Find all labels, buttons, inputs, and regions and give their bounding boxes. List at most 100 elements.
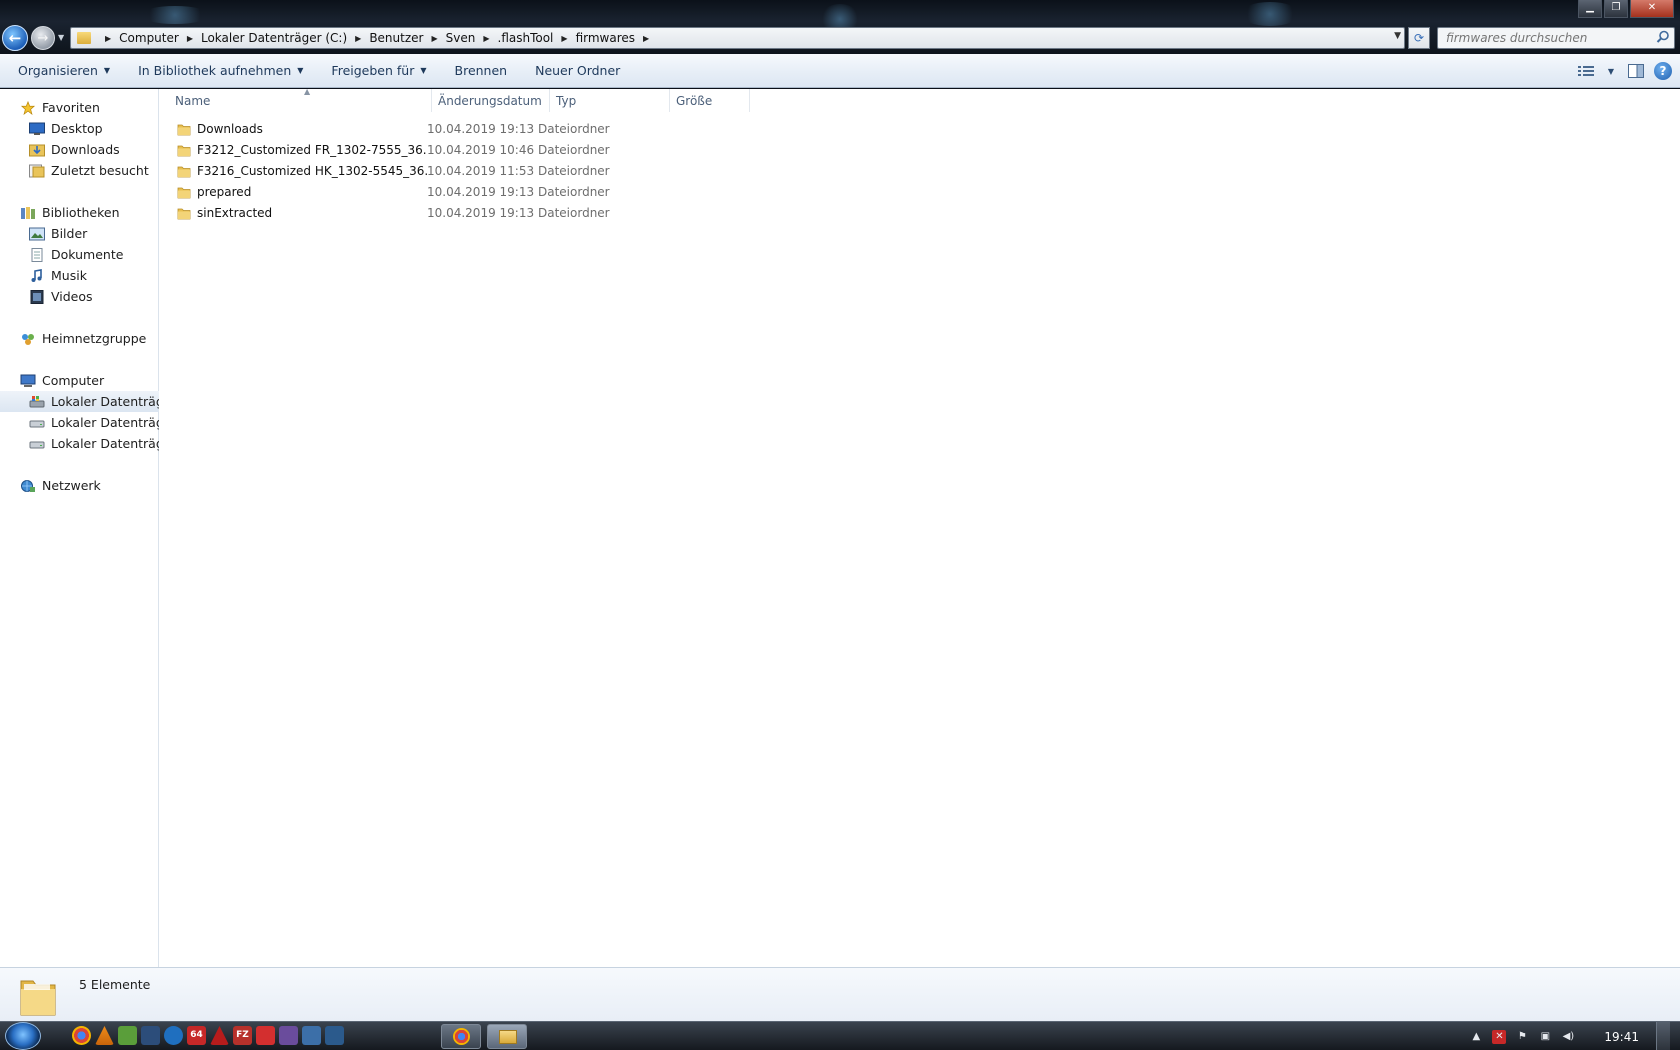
breadcrumb-item[interactable]: Sven	[446, 31, 476, 45]
refresh-button[interactable]: ⟳	[1408, 27, 1430, 49]
search-icon[interactable]	[1656, 30, 1670, 44]
desktop-icon	[29, 122, 45, 135]
nav-favorites[interactable]: Favoriten	[0, 97, 159, 118]
address-dropdown-button[interactable]: ▼	[1394, 31, 1401, 41]
column-header-label: Größe	[676, 93, 713, 108]
column-header-date[interactable]: Änderungsdatum	[432, 89, 550, 112]
file-row[interactable]: sinExtracted 10.04.2019 19:13 Dateiordne…	[169, 203, 769, 223]
column-header-label: Änderungsdatum	[438, 93, 542, 108]
app-64-icon[interactable]: 64	[187, 1026, 206, 1045]
chevron-right-icon[interactable]: ▶	[355, 34, 361, 43]
chevron-right-icon[interactable]: ▶	[431, 34, 437, 43]
nav-item-label: Musik	[51, 268, 87, 283]
column-header-type[interactable]: Typ	[550, 89, 670, 112]
monitor-icon[interactable]	[325, 1026, 344, 1045]
file-name: prepared	[197, 185, 252, 199]
nav-item-drive[interactable]: Lokaler Datenträger	[0, 412, 177, 433]
maximize-button[interactable]: ❐	[1604, 0, 1628, 18]
address-bar[interactable]: ▶ Computer ▶ Lokaler Datenträger (C:) ▶ …	[70, 27, 1405, 49]
view-dropdown-button[interactable]: ▼	[1604, 60, 1618, 82]
breadcrumb-item[interactable]: Benutzer	[369, 31, 423, 45]
column-header-size[interactable]: Größe	[670, 89, 750, 112]
nav-item-drive-c[interactable]: Lokaler Datenträger	[0, 391, 177, 412]
new-folder-button[interactable]: Neuer Ordner	[521, 58, 634, 84]
file-row[interactable]: F3216_Customized HK_1302-5545_36.1.A....…	[169, 161, 769, 181]
wallpaper-glow	[140, 6, 210, 24]
burn-button[interactable]: Brennen	[441, 58, 522, 84]
nav-homegroup[interactable]: Heimnetzgruppe	[0, 328, 159, 349]
show-hidden-icons-button[interactable]: ▲	[1469, 1030, 1483, 1044]
nav-item-label: Bilder	[51, 226, 88, 241]
file-name: Downloads	[197, 122, 263, 136]
share-with-menu[interactable]: Freigeben für ▼	[317, 58, 440, 84]
file-name-cell: prepared	[177, 185, 427, 199]
nav-item-recent[interactable]: Zuletzt besucht	[0, 160, 159, 181]
wallpaper-glow	[1240, 2, 1300, 26]
taskbar-explorer[interactable]	[487, 1024, 527, 1049]
chevron-right-icon[interactable]: ▶	[187, 34, 193, 43]
column-header-name[interactable]: Name ▲	[169, 87, 432, 112]
include-library-menu[interactable]: In Bibliothek aufnehmen ▼	[124, 58, 317, 84]
action-center-icon[interactable]: ⚑	[1515, 1030, 1529, 1044]
chevron-right-icon[interactable]: ▶	[483, 34, 489, 43]
file-row[interactable]: prepared 10.04.2019 19:13 Dateiordner	[169, 182, 769, 202]
back-button[interactable]: ←	[2, 25, 28, 51]
search-input[interactable]	[1438, 28, 1643, 48]
help-button[interactable]: ?	[1654, 62, 1672, 80]
nav-computer-label: Computer	[42, 373, 105, 388]
show-desktop-button[interactable]	[1656, 1022, 1670, 1050]
network-icon	[21, 479, 35, 492]
nav-libraries[interactable]: Bibliotheken	[0, 202, 159, 223]
chrome-icon[interactable]	[72, 1026, 91, 1045]
chevron-right-icon[interactable]: ▶	[643, 34, 649, 43]
app-icon[interactable]	[118, 1026, 137, 1045]
nav-item-pictures[interactable]: Bilder	[0, 223, 159, 244]
volume-icon[interactable]: ◀)	[1561, 1030, 1575, 1044]
preview-pane-button[interactable]	[1624, 60, 1648, 82]
nav-item-desktop[interactable]: Desktop	[0, 118, 159, 139]
file-type: Dateiordner	[538, 122, 610, 136]
nav-network[interactable]: Netzwerk	[0, 475, 159, 496]
arrow-right-icon: →	[37, 30, 49, 46]
navigation-pane: Favoriten Desktop Downloads Zuletzt besu…	[0, 89, 177, 967]
nav-item-music[interactable]: Musik	[0, 265, 159, 286]
nav-item-documents[interactable]: Dokumente	[0, 244, 159, 265]
folder-icon	[177, 166, 191, 178]
app-icon[interactable]	[210, 1026, 229, 1045]
taskbar-chrome[interactable]	[441, 1024, 481, 1049]
breadcrumb-item[interactable]: Lokaler Datenträger (C:)	[201, 31, 347, 45]
nav-item-downloads[interactable]: Downloads	[0, 139, 159, 160]
recent-pages-button[interactable]: ▼	[58, 33, 64, 42]
nav-computer[interactable]: Computer	[0, 370, 159, 391]
tray-app-icon[interactable]: ✕	[1492, 1029, 1507, 1044]
file-date: 10.04.2019 19:13	[427, 206, 535, 220]
app-icon[interactable]	[302, 1026, 321, 1045]
start-button[interactable]	[5, 1022, 41, 1050]
forward-button[interactable]: →	[31, 26, 55, 50]
network-tray-icon[interactable]: ▣	[1538, 1030, 1552, 1044]
breadcrumb-item[interactable]: firmwares	[576, 31, 635, 45]
chevron-right-icon[interactable]: ▶	[561, 34, 567, 43]
acrobat-icon[interactable]	[256, 1026, 275, 1045]
minimize-button[interactable]: ▁	[1578, 0, 1602, 18]
app-icon[interactable]	[279, 1026, 298, 1045]
nav-item-videos[interactable]: Videos	[0, 286, 159, 307]
close-button[interactable]: ✕	[1630, 0, 1674, 18]
clock[interactable]: 19:41	[1604, 1030, 1639, 1044]
view-options-button[interactable]	[1574, 60, 1598, 82]
item-count: 5 Elemente	[79, 977, 151, 992]
file-row[interactable]: F3212_Customized FR_1302-7555_36.1.A....…	[169, 140, 769, 160]
vlc-icon[interactable]	[95, 1026, 114, 1045]
breadcrumb-item[interactable]: .flashTool	[498, 31, 554, 45]
file-row[interactable]: Downloads 10.04.2019 19:13 Dateiordner	[169, 119, 769, 139]
breadcrumb-item[interactable]: Computer	[119, 31, 179, 45]
organize-menu[interactable]: Organisieren ▼	[4, 58, 124, 84]
save-icon[interactable]	[141, 1026, 160, 1045]
filezilla-icon[interactable]: FZ	[233, 1026, 252, 1045]
flashtool-icon[interactable]	[164, 1026, 183, 1045]
chevron-right-icon[interactable]: ▶	[105, 34, 111, 43]
nav-favorites-label: Favoriten	[42, 100, 100, 115]
nav-item-drive[interactable]: Lokaler Datenträger	[0, 433, 177, 454]
search-box[interactable]	[1437, 27, 1675, 49]
share-with-label: Freigeben für	[331, 63, 415, 78]
